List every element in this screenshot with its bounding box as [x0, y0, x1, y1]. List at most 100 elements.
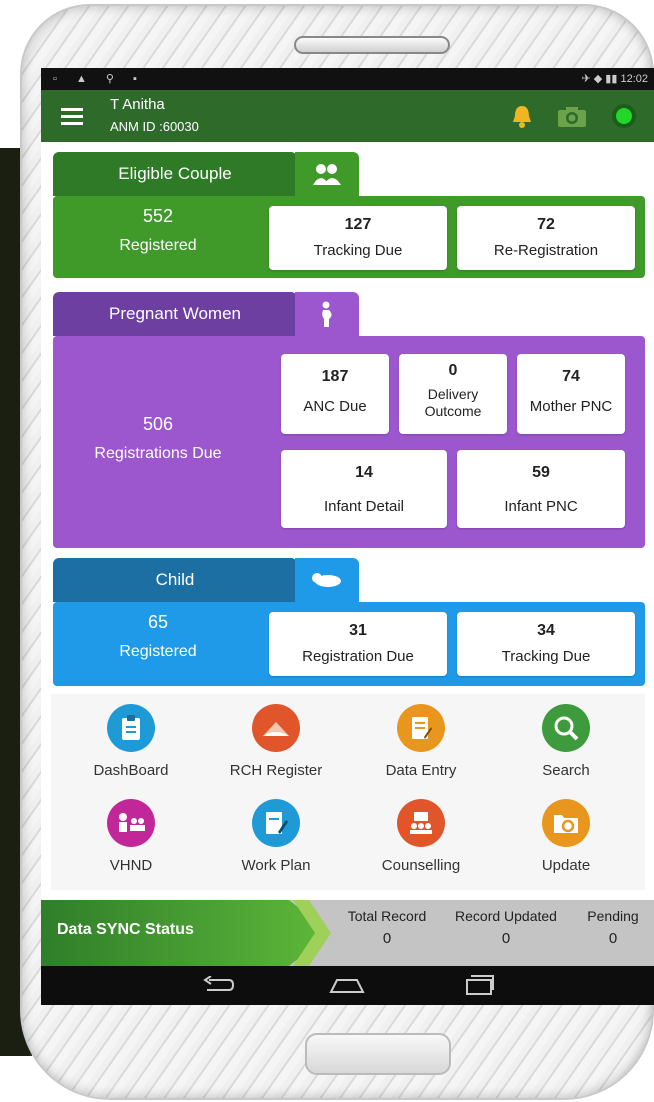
menu-data-entry[interactable]: Data Entry — [361, 704, 481, 779]
pregnant-women-panel: 506 Registrations Due 187 ANC Due 0 Deli… — [53, 336, 645, 548]
register-book-icon — [252, 704, 300, 752]
android-nav-bar — [41, 966, 654, 1005]
search-icon — [542, 704, 590, 752]
pending: Pending 0 — [573, 908, 653, 947]
home-icon[interactable] — [329, 976, 365, 994]
re-registration-card[interactable]: 72 Re-Registration — [457, 206, 635, 270]
card-label: Delivery Outcome — [424, 386, 482, 419]
pregnant-women-title: Pregnant Women — [109, 304, 241, 323]
phone-home-button[interactable] — [305, 1033, 451, 1075]
tab-child[interactable]: Child — [53, 558, 297, 602]
registration-due-card[interactable]: 31 Registration Due — [269, 612, 447, 676]
phone-speaker — [294, 36, 450, 54]
eligible-couple-title: Eligible Couple — [118, 164, 232, 183]
child-title: Child — [155, 570, 195, 589]
menu-label: VHND — [109, 857, 153, 874]
card-value: 34 — [537, 622, 555, 639]
tracking-due-card[interactable]: 127 Tracking Due — [269, 206, 447, 270]
sync-status-bar: Data SYNC Status Total Record 0 Record U… — [41, 900, 654, 966]
anm-id: ANM ID :60030 — [110, 119, 199, 134]
card-label: Registration Due — [302, 648, 414, 665]
baby-icon — [295, 558, 359, 602]
document-edit-icon — [397, 704, 445, 752]
card-label: Infant PNC — [504, 498, 578, 515]
card-label: Infant Detail — [323, 498, 405, 515]
card-value: 14 — [355, 464, 373, 481]
tab-eligible-couple[interactable]: Eligible Couple — [53, 152, 297, 196]
bell-icon[interactable] — [511, 104, 533, 128]
folder-refresh-icon — [542, 799, 590, 847]
sync-column-value: 0 — [382, 930, 392, 947]
card-label: Tracking Due — [501, 648, 591, 665]
sync-column-value: 0 — [501, 930, 511, 947]
sync-label: Data SYNC Status — [57, 921, 194, 938]
card-value: 127 — [344, 216, 372, 233]
recent-apps-icon[interactable] — [465, 974, 495, 996]
card-value: 59 — [532, 464, 550, 481]
registered-label: Registered — [119, 237, 197, 254]
pregnant-woman-icon — [295, 292, 359, 336]
back-icon[interactable] — [201, 976, 235, 994]
infant-detail-card[interactable]: 14 Infant Detail — [281, 450, 447, 528]
registrations-due[interactable]: 506 Registrations Due — [53, 414, 263, 463]
card-label: Re-Registration — [493, 242, 599, 259]
child-tracking-due-card[interactable]: 34 Tracking Due — [457, 612, 635, 676]
card-label: Mother PNC — [529, 398, 613, 415]
card-label: Tracking Due — [313, 242, 403, 259]
menu-label: Search — [542, 762, 590, 779]
total-record: Total Record 0 — [337, 908, 437, 947]
anc-due-card[interactable]: 187 ANC Due — [281, 354, 389, 434]
card-value: 187 — [321, 368, 349, 385]
registered-count: 65 — [147, 612, 169, 632]
camera-icon[interactable] — [557, 106, 587, 128]
menu-work-plan[interactable]: Work Plan — [216, 799, 336, 874]
menu-label: RCH Register — [229, 762, 323, 779]
sync-column-title: Pending — [587, 908, 639, 924]
menu-rch-register[interactable]: RCH Register — [216, 704, 336, 779]
child-registered[interactable]: 65 Registered — [53, 612, 263, 661]
menu-label: DashBoard — [93, 762, 169, 779]
status-time: 12:02 — [620, 73, 648, 85]
menu-counselling[interactable]: Counselling — [361, 799, 481, 874]
status-notification-icons: ▫ ▲ ⚲ ▪ — [53, 73, 145, 85]
counselling-icon — [397, 799, 445, 847]
mother-pnc-card[interactable]: 74 Mother PNC — [517, 354, 625, 434]
card-value: 0 — [448, 362, 458, 379]
card-value: 74 — [562, 368, 580, 385]
card-value: 31 — [349, 622, 367, 639]
online-status-icon — [612, 104, 636, 128]
status-bar: ▫ ▲ ⚲ ▪ ✈ ◆ ▮▮ 12:02 — [41, 68, 654, 90]
user-name: T Anitha — [110, 96, 165, 113]
couple-icon — [295, 152, 359, 196]
tab-pregnant-women[interactable]: Pregnant Women — [53, 292, 297, 336]
sync-column-title: Total Record — [347, 908, 427, 924]
eligible-couple-panel: 552 Registered 127 Tracking Due 72 Re-Re… — [53, 196, 645, 278]
menu-label: Update — [541, 857, 591, 874]
menu-search[interactable]: Search — [506, 704, 626, 779]
sync-column-title: Record Updated — [455, 908, 557, 924]
plan-edit-icon — [252, 799, 300, 847]
registered-count: 552 — [142, 206, 174, 226]
card-label: ANC Due — [303, 398, 367, 415]
menu-grid: DashBoard RCH Register Data Entry Search… — [51, 694, 645, 890]
menu-vhnd[interactable]: VHND — [71, 799, 191, 874]
status-right: ✈ ◆ ▮▮ 12:02 — [582, 72, 648, 85]
delivery-outcome-card[interactable]: 0 Delivery Outcome — [399, 354, 507, 434]
infant-pnc-card[interactable]: 59 Infant PNC — [457, 450, 625, 528]
sync-column-value: 0 — [608, 930, 618, 947]
registered-label: Registered — [119, 643, 197, 660]
menu-icon[interactable] — [61, 108, 83, 125]
menu-label: Data Entry — [385, 762, 457, 779]
record-updated: Record Updated 0 — [445, 908, 567, 947]
due-label: Registrations Due — [94, 445, 222, 462]
menu-label: Counselling — [381, 857, 461, 874]
eligible-couple-registered[interactable]: 552 Registered — [53, 206, 263, 255]
menu-dashboard[interactable]: DashBoard — [71, 704, 191, 779]
menu-update[interactable]: Update — [506, 799, 626, 874]
card-value: 72 — [537, 216, 555, 233]
clipboard-icon — [107, 704, 155, 752]
app-screen: ▫ ▲ ⚲ ▪ ✈ ◆ ▮▮ 12:02 T Anitha ANM ID :60… — [41, 68, 654, 1005]
signal-battery-icon: ✈ ◆ ▮▮ — [581, 73, 621, 85]
menu-label: Work Plan — [241, 857, 311, 874]
child-panel: 65 Registered 31 Registration Due 34 Tra… — [53, 602, 645, 686]
